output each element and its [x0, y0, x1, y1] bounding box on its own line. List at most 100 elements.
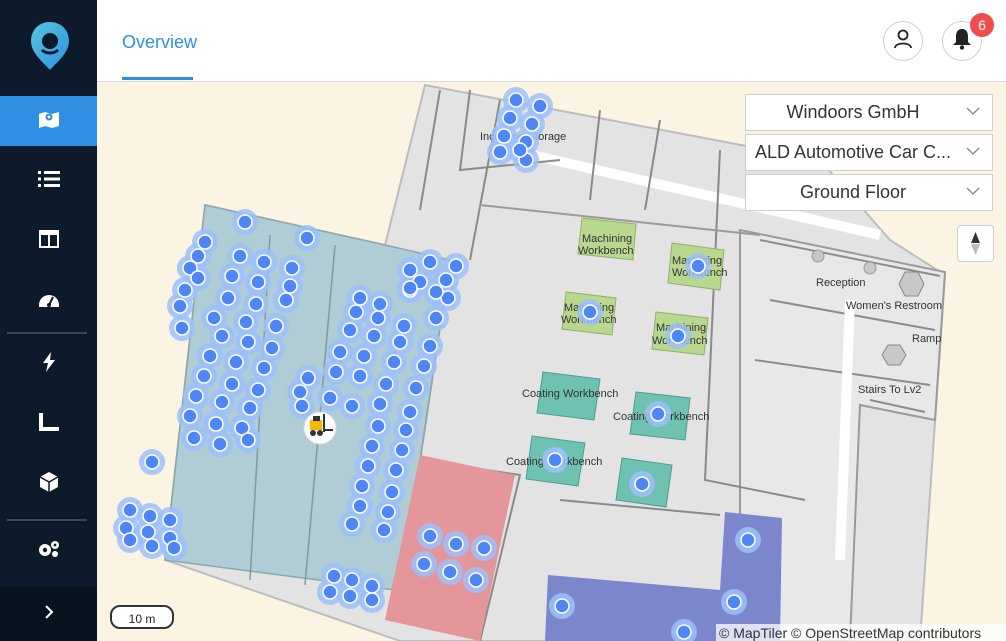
tag-marker[interactable] — [237, 214, 253, 230]
tag-marker[interactable] — [214, 328, 230, 344]
tag-marker[interactable] — [174, 320, 190, 336]
tag-marker[interactable] — [370, 418, 386, 434]
tag-marker[interactable] — [384, 484, 400, 500]
tag-marker[interactable] — [214, 394, 230, 410]
tag-marker[interactable] — [142, 508, 158, 524]
tag-marker[interactable] — [292, 384, 308, 400]
tag-marker[interactable] — [364, 578, 380, 594]
tag-marker[interactable] — [408, 380, 424, 396]
floor-select[interactable]: Ground Floor — [745, 174, 993, 211]
sidebar-expand-button[interactable] — [0, 587, 97, 641]
tag-marker[interactable] — [448, 258, 464, 274]
tag-marker[interactable] — [524, 116, 540, 132]
tag-marker[interactable] — [190, 270, 206, 286]
tag-marker[interactable] — [282, 278, 298, 294]
sidebar-item-assets[interactable] — [0, 459, 97, 509]
tag-marker[interactable] — [182, 408, 198, 424]
tag-marker[interactable] — [224, 376, 240, 392]
tag-marker[interactable] — [332, 344, 348, 360]
tag-marker[interactable] — [300, 370, 316, 386]
sidebar-item-layout[interactable] — [0, 216, 97, 266]
tag-marker[interactable] — [394, 442, 410, 458]
tag-marker[interactable] — [248, 296, 264, 312]
tag-marker[interactable] — [250, 382, 266, 398]
tag-marker[interactable] — [468, 572, 484, 588]
forklift-marker[interactable] — [303, 411, 337, 445]
compass-reset-button[interactable] — [957, 225, 994, 262]
tag-marker[interactable] — [238, 314, 254, 330]
tag-marker[interactable] — [326, 568, 342, 584]
tag-marker[interactable] — [402, 280, 418, 296]
site-select[interactable]: ALD Automotive Car C... — [745, 134, 993, 171]
tag-marker[interactable] — [186, 430, 202, 446]
tag-marker[interactable] — [122, 502, 138, 518]
tag-marker[interactable] — [364, 438, 380, 454]
sidebar-item-list[interactable] — [0, 156, 97, 206]
tag-marker[interactable] — [364, 592, 380, 608]
tab-overview[interactable]: Overview — [122, 0, 197, 81]
tag-marker[interactable] — [242, 400, 258, 416]
tag-marker[interactable] — [344, 516, 360, 532]
tag-marker[interactable] — [228, 354, 244, 370]
tag-marker[interactable] — [476, 540, 492, 556]
tag-marker[interactable] — [144, 454, 160, 470]
tag-marker[interactable] — [197, 234, 213, 250]
tag-marker[interactable] — [376, 522, 392, 538]
tag-marker[interactable] — [422, 338, 438, 354]
sidebar-item-energy[interactable] — [0, 339, 97, 389]
tag-marker[interactable] — [547, 452, 563, 468]
tag-marker[interactable] — [398, 422, 414, 438]
tag-marker[interactable] — [428, 310, 444, 326]
tag-marker[interactable] — [220, 290, 236, 306]
tag-marker[interactable] — [206, 310, 222, 326]
tag-marker[interactable] — [224, 268, 240, 284]
tag-marker[interactable] — [380, 504, 396, 520]
tag-marker[interactable] — [322, 390, 338, 406]
tag-marker[interactable] — [352, 498, 368, 514]
sidebar-item-measure[interactable] — [0, 399, 97, 449]
tag-marker[interactable] — [442, 564, 458, 580]
tag-marker[interactable] — [388, 462, 404, 478]
tag-marker[interactable] — [448, 536, 464, 552]
tag-marker[interactable] — [582, 304, 598, 320]
sidebar-item-settings[interactable] — [0, 526, 97, 576]
tag-marker[interactable] — [402, 262, 418, 278]
tag-marker[interactable] — [372, 296, 388, 312]
tag-marker[interactable] — [690, 258, 706, 274]
tag-marker[interactable] — [554, 598, 570, 614]
tag-marker[interactable] — [162, 512, 178, 528]
tag-marker[interactable] — [240, 334, 256, 350]
tag-marker[interactable] — [328, 364, 344, 380]
tag-marker[interactable] — [344, 572, 360, 588]
tag-marker[interactable] — [208, 416, 224, 432]
tag-marker[interactable] — [344, 398, 360, 414]
tag-marker[interactable] — [650, 406, 666, 422]
tag-marker[interactable] — [256, 254, 272, 270]
tag-marker[interactable] — [264, 340, 280, 356]
tag-marker[interactable] — [396, 318, 412, 334]
tag-marker[interactable] — [356, 348, 372, 364]
tag-marker[interactable] — [352, 290, 368, 306]
tag-marker[interactable] — [342, 322, 358, 338]
tag-marker[interactable] — [268, 318, 284, 334]
tag-marker[interactable] — [438, 272, 454, 288]
tag-marker[interactable] — [232, 248, 248, 264]
tag-marker[interactable] — [428, 284, 444, 300]
tag-marker[interactable] — [256, 360, 272, 376]
tag-marker[interactable] — [508, 92, 524, 108]
tag-marker[interactable] — [140, 524, 156, 540]
tag-marker[interactable] — [416, 358, 432, 374]
tag-marker[interactable] — [392, 334, 408, 350]
tag-marker[interactable] — [360, 458, 376, 474]
tag-marker[interactable] — [166, 540, 182, 556]
tag-marker[interactable] — [278, 292, 294, 308]
tag-marker[interactable] — [188, 388, 204, 404]
tag-marker[interactable] — [402, 404, 418, 420]
tag-marker[interactable] — [378, 376, 394, 392]
tag-marker[interactable] — [352, 368, 368, 384]
map-attribution[interactable]: © MapTiler © OpenStreetMap contributors — [716, 624, 1006, 641]
tag-marker[interactable] — [740, 532, 756, 548]
tag-marker[interactable] — [670, 328, 686, 344]
tag-marker[interactable] — [196, 368, 212, 384]
tag-marker[interactable] — [386, 354, 402, 370]
